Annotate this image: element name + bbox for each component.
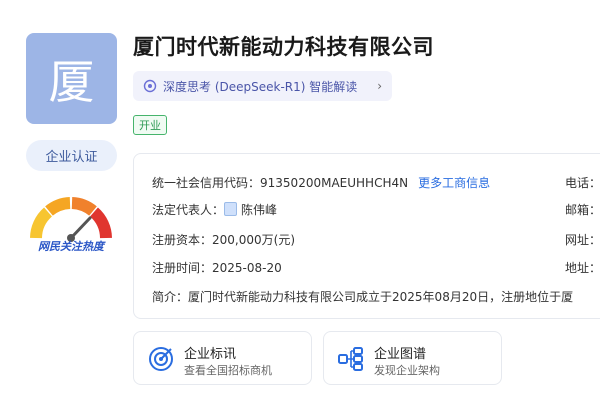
- org-graph-title: 企业图谱: [374, 347, 427, 362]
- legal-rep-value[interactable]: 陈伟峰: [241, 203, 277, 217]
- legal-rep-label: 法定代表人：: [152, 203, 225, 217]
- credit-code-row: 统一社会信用代码：91350200MAEUHHCH4N 更多工商信息: [152, 174, 490, 191]
- status-badge: 开业: [133, 115, 167, 135]
- phone-label: 电话：: [565, 176, 600, 190]
- ai-sparkle-icon: [143, 79, 157, 93]
- email-label: 邮箱：: [565, 203, 600, 217]
- capital-row: 注册资本：200,000万(元): [152, 231, 295, 248]
- bid-info-title: 企业标讯: [184, 347, 237, 362]
- chevron-right-icon: ›: [377, 79, 382, 93]
- logo-char: 厦: [48, 54, 95, 109]
- company-logo: 厦: [26, 33, 117, 124]
- legal-rep-row: 法定代表人： 陈伟峰: [152, 201, 277, 218]
- intro-row: 简介：厦门时代新能动力科技有限公司成立于2025年08月20日，注册地位于厦: [152, 288, 573, 305]
- bid-info-subtitle: 查看全国招标商机: [184, 364, 272, 377]
- company-name: 厦门时代新能动力科技有限公司: [133, 35, 434, 59]
- more-info-link[interactable]: 更多工商信息: [418, 176, 490, 190]
- reg-date-row: 注册时间：2025-08-20: [152, 259, 282, 276]
- credit-code-value: 91350200MAEUHHCH4N: [260, 176, 409, 190]
- company-header-card: 厦 企业认证 网民关注热度 厦门时代新能动力科技有限公司 深度思考 (DeepS…: [0, 0, 600, 400]
- business-info-panel: 统一社会信用代码：91350200MAEUHHCH4N 更多工商信息 法定代表人：…: [133, 153, 600, 319]
- person-icon: [224, 202, 238, 216]
- address-label: 地址：: [565, 261, 600, 275]
- cert-label: 企业认证: [45, 150, 98, 165]
- org-graph-card[interactable]: 企业图谱 发现企业架构: [323, 331, 502, 385]
- intro-value: 厦门时代新能动力科技有限公司成立于2025年08月20日，注册地位于厦: [188, 290, 574, 304]
- ai-analysis-label: 深度思考 (DeepSeek-R1) 智能解读: [163, 79, 358, 94]
- org-chart-icon: [338, 347, 363, 371]
- credit-code-label: 统一社会信用代码：: [152, 176, 261, 190]
- capital-value: 200,000万(元): [212, 233, 296, 247]
- bid-info-card[interactable]: 企业标讯 查看全国招标商机: [133, 331, 312, 385]
- target-icon: [149, 347, 173, 371]
- enterprise-cert-button[interactable]: 企业认证: [26, 140, 117, 171]
- gauge-label: 网民关注热度: [38, 240, 104, 253]
- ai-analysis-button[interactable]: 深度思考 (DeepSeek-R1) 智能解读 ›: [133, 71, 392, 101]
- reg-date-label: 注册时间：: [152, 261, 213, 275]
- website-label: 网址：: [565, 233, 600, 247]
- reg-date-value: 2025-08-20: [212, 261, 282, 275]
- org-graph-subtitle: 发现企业架构: [374, 364, 440, 377]
- intro-label: 简介：: [152, 290, 189, 304]
- capital-label: 注册资本：: [152, 233, 213, 247]
